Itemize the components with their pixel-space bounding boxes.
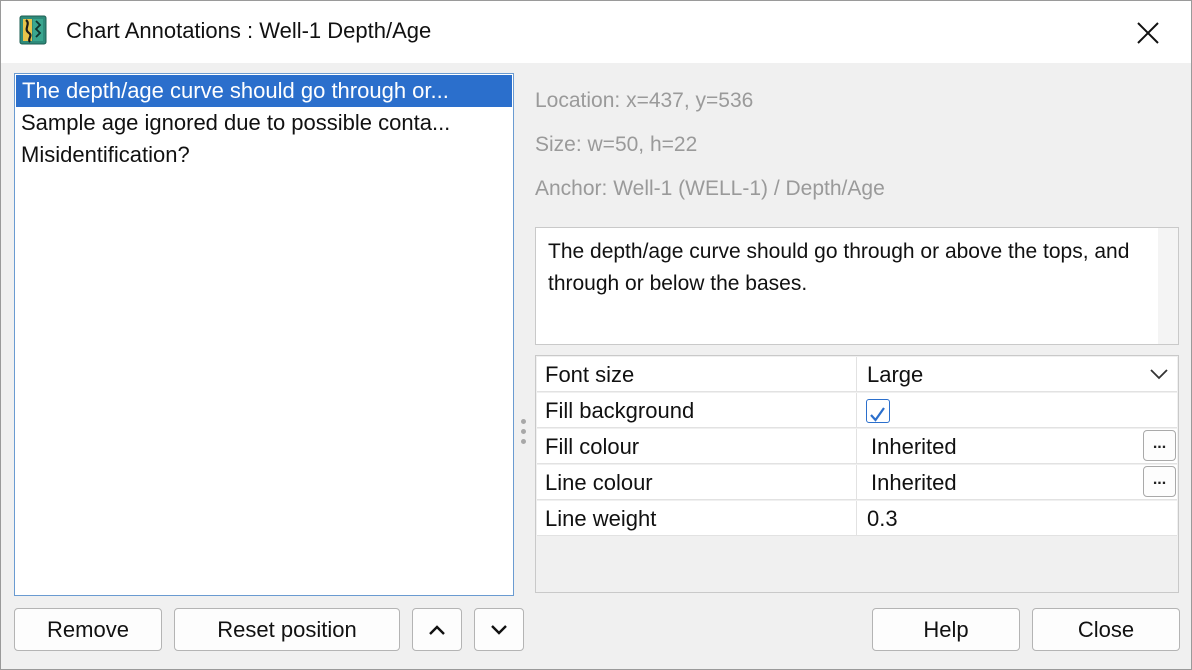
text-scrollbar[interactable] [1158,228,1178,344]
chevron-down-icon[interactable] [1149,366,1169,382]
move-down-button[interactable] [474,608,524,651]
property-name: Line colour [537,465,857,500]
size-label: Size: w=50, h=22 [535,133,698,156]
move-up-button[interactable] [412,608,462,651]
close-button[interactable]: Close [1032,608,1180,651]
list-item[interactable]: The depth/age curve should go through or… [16,75,512,107]
app-logo-icon [19,15,47,45]
location-label: Location: x=437, y=536 [535,89,754,112]
fill-colour-value: Inherited [871,434,957,459]
property-name: Fill colour [537,429,857,464]
dialog-window: Chart Annotations : Well-1 Depth/Age The… [0,0,1192,670]
property-grid: Font size Large Fill background Fill col… [535,355,1179,593]
line-colour-value: Inherited [871,470,957,495]
line-colour-cell[interactable]: Inherited ... [858,465,1177,500]
annotation-list[interactable]: The depth/age curve should go through or… [14,73,514,596]
splitter-handle[interactable] [520,419,528,449]
title-bar: Chart Annotations : Well-1 Depth/Age [1,1,1191,63]
font-size-select[interactable]: Large [858,357,1177,392]
fill-background-checkbox[interactable] [866,399,890,423]
close-window-button[interactable] [1127,13,1169,53]
window-title: Chart Annotations : Well-1 Depth/Age [66,18,432,43]
chevron-down-icon [491,624,507,635]
fill-colour-cell[interactable]: Inherited ... [858,429,1177,464]
property-row-fill-background: Fill background [537,393,1177,428]
list-item[interactable]: Misidentification? [15,139,513,171]
property-name: Font size [537,357,857,392]
property-name: Fill background [537,393,857,428]
annotation-text: The depth/age curve should go through or… [548,240,1130,295]
checkmark-icon [870,407,885,422]
remove-button[interactable]: Remove [14,608,162,651]
fill-background-cell [858,393,1177,428]
property-row-line-colour: Line colour Inherited ... [537,465,1177,500]
reset-position-button[interactable]: Reset position [174,608,400,651]
fill-colour-browse-button[interactable]: ... [1143,430,1176,461]
property-name: Line weight [537,501,857,536]
line-colour-browse-button[interactable]: ... [1143,466,1176,497]
property-row-line-weight: Line weight 0.3 [537,501,1177,536]
chevron-up-icon [429,624,445,635]
font-size-value: Large [867,362,924,387]
annotation-text-area[interactable]: The depth/age curve should go through or… [535,227,1179,345]
list-item[interactable]: Sample age ignored due to possible conta… [15,107,513,139]
close-icon [1137,22,1159,44]
anchor-label: Anchor: Well-1 (WELL-1) / Depth/Age [535,177,885,200]
property-row-fill-colour: Fill colour Inherited ... [537,429,1177,464]
help-button[interactable]: Help [872,608,1020,651]
property-row-font-size: Font size Large [537,357,1177,392]
line-weight-field[interactable]: 0.3 [858,501,1177,536]
